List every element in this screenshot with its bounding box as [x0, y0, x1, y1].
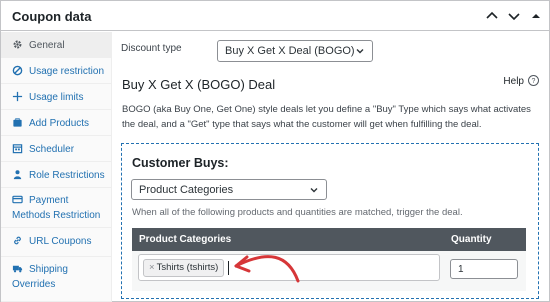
category-tag: × Tshirts (tshirts) — [143, 259, 225, 277]
quantity-input[interactable]: 1 — [450, 259, 518, 279]
discount-type-value: Buy X Get X Deal (BOGO) — [225, 45, 355, 57]
deal-description: BOGO (aka Buy One, Get One) style deals … — [122, 104, 531, 130]
buy-type-select[interactable]: Product Categories — [131, 179, 327, 200]
trigger-hint: When all of the following products and q… — [132, 207, 463, 218]
sidebar-item-url-coupons[interactable]: URL Coupons — [1, 228, 112, 257]
coupon-tabs-sidebar: General Usage restriction Usage limits A… — [1, 32, 112, 302]
sidebar-item-scheduler[interactable]: Scheduler — [1, 136, 112, 162]
customer-buys-section: Customer Buys: Product Categories When a… — [121, 143, 539, 299]
sidebar-item-label: Payment Methods Restriction — [12, 195, 101, 221]
annotation-arrow-icon — [234, 255, 300, 283]
sidebar-item-general[interactable]: General — [1, 32, 112, 58]
customer-buys-title: Customer Buys: — [132, 156, 229, 170]
sidebar-item-label: Usage limits — [29, 92, 84, 103]
sidebar-item-payment-methods-restriction[interactable]: Payment Methods Restriction — [1, 188, 112, 228]
collapse-toggle-icon[interactable] — [527, 7, 545, 25]
link-icon — [14, 236, 21, 245]
discount-type-label: Discount type — [121, 43, 182, 54]
sidebar-item-label: Add Products — [29, 118, 90, 129]
plus-icon — [12, 91, 23, 102]
sidebar-item-label: Shipping Overrides — [12, 264, 68, 290]
person-icon — [13, 170, 22, 180]
column-header-quantity: Quantity — [451, 234, 492, 245]
panel-title: Coupon data — [12, 9, 92, 24]
sidebar-item-label: Role Restrictions — [29, 170, 105, 181]
category-tag-label: Tshirts (tshirts) — [156, 262, 219, 273]
help-label: Help — [503, 76, 524, 87]
sidebar-item-label: Usage restriction — [29, 66, 105, 77]
buy-type-value: Product Categories — [139, 184, 234, 196]
sidebar-item-label: Scheduler — [29, 144, 75, 155]
block-icon — [12, 65, 23, 76]
sidebar-item-shipping-overrides[interactable]: Shipping Overrides — [1, 257, 112, 302]
section-title: Buy X Get X (BOGO) Deal — [122, 77, 276, 92]
sidebar-item-label: URL Coupons — [29, 236, 92, 247]
help-link[interactable]: Help ? — [503, 75, 539, 87]
remove-tag-icon[interactable]: × — [149, 262, 155, 273]
general-tab-content: Discount type Buy X Get X Deal (BOGO) Bu… — [113, 32, 549, 302]
chevron-up-icon[interactable] — [483, 7, 501, 25]
sidebar-item-add-products[interactable]: Add Products — [1, 110, 112, 136]
sidebar-item-role-restrictions[interactable]: Role Restrictions — [1, 162, 112, 188]
sidebar-item-usage-restriction[interactable]: Usage restriction — [1, 58, 112, 84]
chevron-down-icon — [310, 188, 318, 193]
table-header: Product Categories Quantity — [132, 228, 526, 251]
calendar-icon — [12, 144, 23, 154]
svg-text:?: ? — [532, 78, 536, 85]
quantity-value: 1 — [458, 264, 464, 275]
sidebar-item-label: General — [29, 40, 65, 51]
column-header-product-categories: Product Categories — [139, 234, 232, 245]
text-cursor — [228, 261, 229, 275]
cart-icon — [13, 118, 22, 127]
discount-type-select[interactable]: Buy X Get X Deal (BOGO) — [217, 40, 373, 62]
chevron-down-icon — [356, 49, 364, 54]
panel-header: Coupon data — [1, 1, 549, 31]
table-row: × Tshirts (tshirts) 1 — [132, 251, 526, 291]
sidebar-item-usage-limits[interactable]: Usage limits — [1, 84, 112, 110]
chevron-down-icon[interactable] — [505, 7, 523, 25]
help-icon: ? — [528, 75, 539, 86]
gear-icon — [13, 40, 22, 49]
